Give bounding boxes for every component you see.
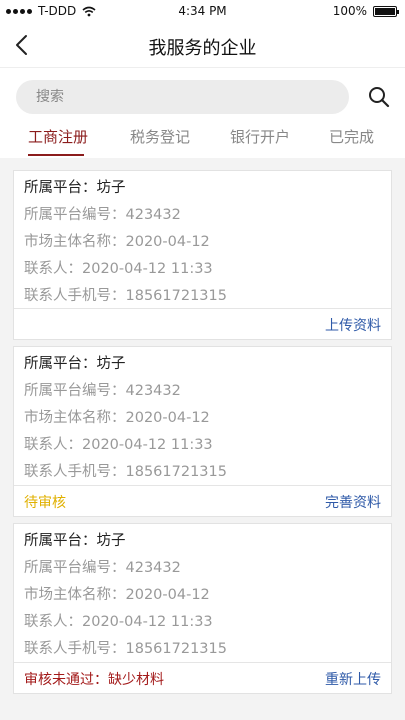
upload-documents-button[interactable]: 上传资料 bbox=[325, 315, 381, 335]
enterprise-card[interactable]: 所属平台：坊子 所属平台编号：423432 市场主体名称：2020-04-12 … bbox=[13, 170, 392, 340]
battery-percent: 100% bbox=[332, 4, 367, 18]
status-bar: T-DDD 4:34 PM 100% bbox=[0, 0, 405, 22]
platform-number: 所属平台编号：423432 bbox=[24, 560, 181, 576]
entity-name: 市场主体名称：2020-04-12 bbox=[24, 410, 210, 426]
page-title: 我服务的企业 bbox=[148, 38, 257, 59]
search-icon[interactable] bbox=[366, 84, 392, 110]
nav-bar: 我服务的企业 bbox=[0, 22, 405, 68]
active-tab-indicator bbox=[28, 154, 84, 156]
card-footer: 审核未通过：缺少材料 重新上传 bbox=[14, 662, 391, 693]
platform-label: 所属平台：坊子 bbox=[24, 533, 126, 549]
reupload-button[interactable]: 重新上传 bbox=[325, 669, 381, 689]
platform-label: 所属平台：坊子 bbox=[24, 356, 126, 372]
contact-person: 联系人：2020-04-12 11:33 bbox=[24, 614, 213, 630]
tab-tax-registration[interactable]: 税务登记 bbox=[130, 126, 190, 147]
battery-icon bbox=[373, 5, 399, 17]
search-input[interactable] bbox=[16, 80, 349, 114]
review-status-rejected: 审核未通过：缺少材料 bbox=[24, 672, 164, 688]
review-status-pending: 待审核 bbox=[24, 495, 66, 511]
tab-business-registration[interactable]: 工商注册 bbox=[28, 126, 88, 147]
tab-bank-account[interactable]: 银行开户 bbox=[230, 126, 290, 147]
contact-person: 联系人：2020-04-12 11:33 bbox=[24, 261, 213, 277]
tab-completed[interactable]: 已完成 bbox=[329, 126, 374, 147]
entity-name: 市场主体名称：2020-04-12 bbox=[24, 587, 210, 603]
complete-documents-button[interactable]: 完善资料 bbox=[325, 492, 381, 512]
card-footer: 上传资料 bbox=[14, 308, 391, 339]
contact-phone: 联系人手机号：18561721315 bbox=[24, 464, 227, 480]
tab-bar: 工商注册 税务登记 银行开户 已完成 bbox=[0, 120, 405, 156]
contact-person: 联系人：2020-04-12 11:33 bbox=[24, 437, 213, 453]
contact-phone: 联系人手机号：18561721315 bbox=[24, 641, 227, 657]
contact-phone: 联系人手机号：18561721315 bbox=[24, 288, 227, 304]
enterprise-card[interactable]: 所属平台：坊子 所属平台编号：423432 市场主体名称：2020-04-12 … bbox=[13, 523, 392, 694]
enterprise-list: 所属平台：坊子 所属平台编号：423432 市场主体名称：2020-04-12 … bbox=[0, 158, 405, 720]
search-row bbox=[0, 76, 405, 118]
platform-number: 所属平台编号：423432 bbox=[24, 207, 181, 223]
card-footer: 待审核 完善资料 bbox=[14, 485, 391, 516]
platform-number: 所属平台编号：423432 bbox=[24, 383, 181, 399]
enterprise-card[interactable]: 所属平台：坊子 所属平台编号：423432 市场主体名称：2020-04-12 … bbox=[13, 346, 392, 517]
status-right: 100% bbox=[332, 4, 399, 18]
platform-label: 所属平台：坊子 bbox=[24, 180, 126, 196]
entity-name: 市场主体名称：2020-04-12 bbox=[24, 234, 210, 250]
